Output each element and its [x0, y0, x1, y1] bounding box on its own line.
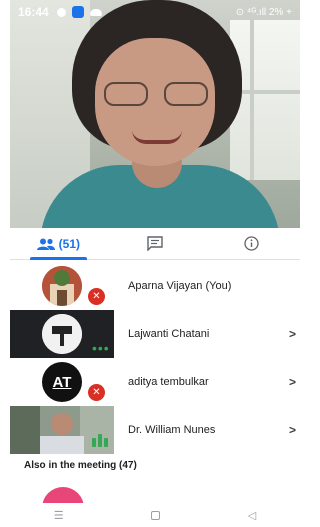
status-time: 16:44 — [18, 5, 49, 19]
back-nav-icon[interactable]: ◁ — [248, 509, 256, 522]
app-frame: 16:44 ⊙ ⁴ᴳ.ıll 2% + (51) ✕ Aparna Vijaya… — [10, 0, 300, 527]
status-icons — [56, 6, 102, 18]
participant-row[interactable]: ••• Lajwanti Chatani > — [10, 310, 300, 358]
participant-row[interactable]: ✕ Aparna Vijayan (You) — [10, 262, 300, 310]
avatar-photo-icon — [42, 314, 82, 354]
tab-people-count: (51) — [58, 236, 80, 251]
participant-tile — [10, 406, 114, 454]
chat-icon — [147, 236, 163, 251]
participant-tile: ••• — [10, 310, 114, 358]
speaker-mouth — [132, 130, 182, 144]
speaking-indicator-icon: ••• — [92, 340, 110, 356]
chevron-right-icon[interactable]: > — [289, 375, 296, 389]
participant-name: Lajwanti Chatani — [128, 328, 210, 340]
participant-tile: ✕ — [10, 262, 114, 310]
participant-name: Aparna Vijayan (You) — [128, 280, 232, 292]
avatar-initials: AT — [52, 373, 72, 391]
participant-name: aditya tembulkar — [128, 376, 209, 388]
mic-off-icon: ✕ — [88, 288, 105, 305]
participant-list: ✕ Aparna Vijayan (You) ••• Lajwanti Chat… — [10, 262, 300, 454]
notification-dot-icon — [56, 7, 66, 17]
avatar: AT — [42, 362, 82, 402]
chevron-right-icon[interactable]: > — [289, 423, 296, 437]
status-bar: 16:44 ⊙ ⁴ᴳ.ıll 2% + — [10, 0, 300, 24]
tab-bar: (51) — [10, 228, 300, 260]
mic-off-icon: ✕ — [88, 384, 105, 401]
audio-level-icon — [92, 434, 108, 447]
tab-info[interactable] — [203, 228, 300, 259]
main-video[interactable]: 16:44 ⊙ ⁴ᴳ.ıll 2% + — [10, 0, 300, 228]
avatar — [42, 314, 82, 354]
system-nav-bar: ☰ ◁ — [10, 503, 300, 527]
app-notification-icon — [71, 6, 84, 18]
cloud-icon — [89, 8, 102, 16]
menu-nav-icon[interactable]: ☰ — [54, 509, 64, 522]
speaker-glasses — [100, 82, 212, 108]
people-icon — [36, 238, 55, 250]
info-icon — [244, 236, 259, 251]
chevron-right-icon[interactable]: > — [289, 327, 296, 341]
participant-name: Dr. William Nunes — [128, 424, 216, 436]
participant-row[interactable]: Dr. William Nunes > — [10, 406, 300, 454]
participant-row[interactable]: AT ✕ aditya tembulkar > — [10, 358, 300, 406]
participant-tile: AT ✕ — [10, 358, 114, 406]
tab-chat[interactable] — [107, 228, 204, 259]
status-right: ⊙ ⁴ᴳ.ıll 2% + — [235, 6, 292, 18]
section-heading-also-in-meeting: Also in the meeting (47) — [24, 460, 137, 471]
avatar-photo-icon — [42, 266, 82, 306]
home-nav-icon[interactable] — [151, 510, 161, 520]
avatar — [42, 266, 82, 306]
tab-people[interactable]: (51) — [10, 228, 107, 260]
